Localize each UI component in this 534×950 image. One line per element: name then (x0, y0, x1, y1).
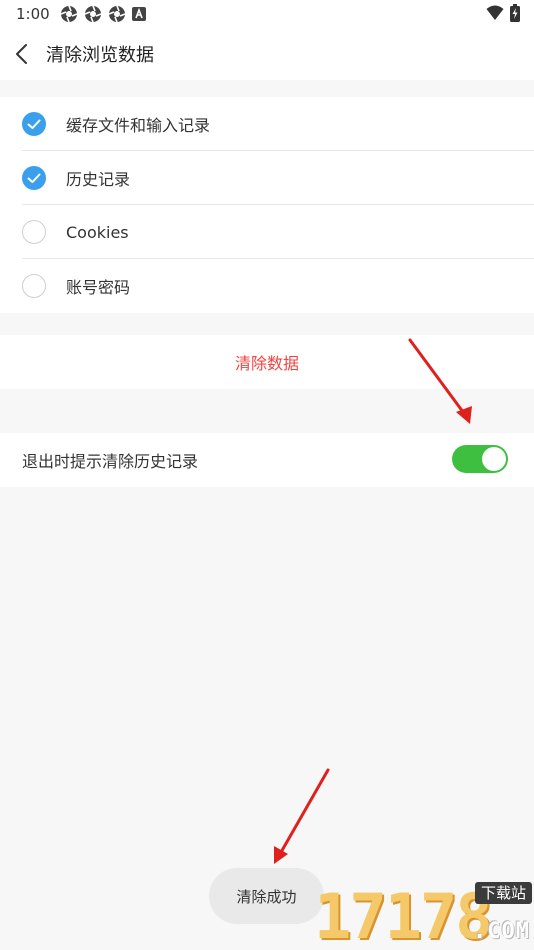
option-account-passwords[interactable]: 账号密码 (0, 259, 534, 313)
checkbox-checked-icon[interactable] (22, 166, 46, 190)
option-cookies[interactable]: Cookies (0, 205, 534, 259)
option-label: 缓存文件和输入记录 (66, 116, 211, 135)
checkbox-checked-icon[interactable] (22, 112, 46, 136)
watermark-domain: .COM (473, 919, 530, 944)
checkbox-unchecked-icon[interactable] (22, 220, 46, 244)
exit-prompt-label: 退出时提示清除历史记录 (22, 452, 199, 471)
watermark-number: 17178 (314, 880, 493, 950)
aperture-icon (84, 5, 101, 23)
option-cache-and-input[interactable]: 缓存文件和输入记录 (0, 97, 534, 151)
annotation-arrow-icon (274, 768, 330, 864)
page-title: 清除浏览数据 (46, 45, 154, 66)
option-label: 历史记录 (66, 170, 131, 189)
option-history[interactable]: 历史记录 (0, 151, 534, 205)
aperture-icon (60, 5, 77, 23)
status-icons-right (486, 4, 520, 22)
checkbox-unchecked-icon[interactable] (22, 274, 46, 298)
success-toast: 清除成功 (209, 868, 324, 924)
clear-data-label: 清除数据 (234, 354, 299, 373)
exit-prompt-setting: 退出时提示清除历史记录 (0, 433, 534, 487)
toast-label: 清除成功 (236, 887, 297, 906)
app-bar: 清除浏览数据 (0, 28, 534, 80)
option-label: 账号密码 (66, 278, 131, 297)
option-label: Cookies (66, 222, 129, 242)
status-icons-left (60, 5, 146, 23)
aperture-icon (108, 5, 125, 23)
battery-charging-icon (510, 4, 520, 22)
status-time: 1:00 (16, 5, 50, 23)
chevron-left-icon[interactable] (14, 43, 36, 65)
exit-prompt-switch[interactable] (452, 445, 508, 473)
watermark-badge: 下载站 (474, 882, 532, 904)
site-watermark-logo: 17178 下载站 .COM (310, 880, 534, 950)
clear-options-list: 缓存文件和输入记录 历史记录 Cookies 账号密码 (0, 97, 534, 313)
wifi-icon (486, 5, 504, 20)
switch-knob (482, 447, 506, 471)
a-letter-icon (131, 7, 146, 21)
annotation-arrow-icon (408, 338, 472, 424)
status-bar: 1:00 (0, 0, 534, 28)
